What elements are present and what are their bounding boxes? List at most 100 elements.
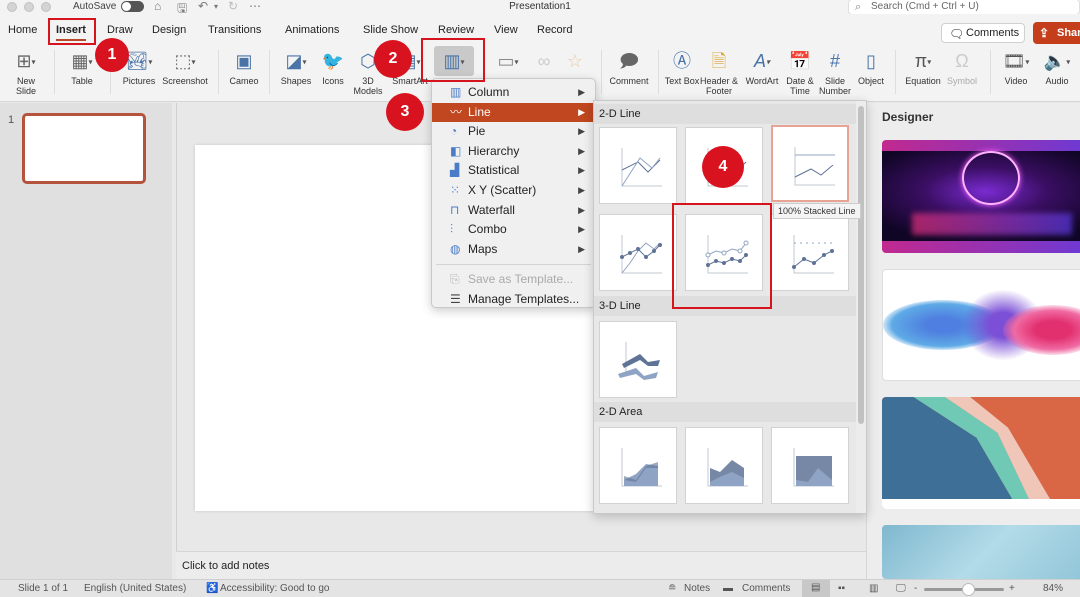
video-button[interactable]: 🎞▾ Video <box>996 48 1036 86</box>
manage-templates-item[interactable]: ☰ Manage Templates... <box>432 290 595 310</box>
slide-thumbnail[interactable] <box>22 113 146 184</box>
shapes-icon: ◪▾ <box>285 51 307 71</box>
notes-input[interactable]: Click to add notes <box>176 551 866 579</box>
pie-chart-icon: ◔ <box>450 124 458 139</box>
template-icon: ⎘ <box>450 272 460 287</box>
screenshot-button[interactable]: ⬚▾ Screenshot <box>160 48 210 86</box>
menu-item-statistical[interactable]: ▟ Statistical ▶ <box>432 161 595 181</box>
menu-item-column[interactable]: ▥ Column ▶ <box>432 83 595 103</box>
action-button[interactable]: ☆ <box>562 48 588 76</box>
menu-item-hierarchy[interactable]: ◧ Hierarchy ▶ <box>432 142 595 162</box>
icons-label: Icons <box>322 76 344 86</box>
tab-design[interactable]: Design <box>152 24 186 36</box>
menu-item-waterfall[interactable]: ⊓ Waterfall ▶ <box>432 201 595 221</box>
menu-item-label: Combo <box>468 222 507 237</box>
design-idea-neon[interactable] <box>882 140 1080 253</box>
gallery-scrollbar-thumb[interactable] <box>858 106 864 424</box>
tab-review[interactable]: Review <box>438 24 474 36</box>
tab-record[interactable]: Record <box>537 24 572 36</box>
tab-transitions[interactable]: Transitions <box>208 24 261 36</box>
menu-item-line[interactable]: 〰 Line ▶ <box>432 102 595 123</box>
slide-number-button[interactable]: # Slide Number <box>816 48 854 96</box>
menu-item-x-y-scatter[interactable]: ⁙ X Y (Scatter) ▶ <box>432 181 595 201</box>
tab-draw[interactable]: Draw <box>107 24 133 36</box>
tab-home[interactable]: Home <box>8 24 37 36</box>
reading-view-button[interactable]: ▥ <box>869 583 878 594</box>
new-slide-icon: ⊞▾ <box>16 51 36 71</box>
step-badge-1: 1 <box>95 38 129 72</box>
menu-item-maps[interactable]: ◍ Maps ▶ <box>432 240 595 260</box>
zoom-level[interactable]: 84% <box>1043 583 1063 594</box>
wordart-icon: A▾ <box>753 51 771 71</box>
tab-animations[interactable]: Animations <box>285 24 339 36</box>
title-bar: AutoSave ⌂ 🖫 ↶ ▾ ↻ ⋯ Presentation1 ⌕ Sea… <box>0 0 1080 15</box>
design-idea-smoke[interactable] <box>882 269 1080 381</box>
menu-item-pie[interactable]: ◔ Pie ▶ <box>432 122 595 142</box>
line-chart-tile[interactable] <box>599 127 677 204</box>
presenter-view-button[interactable]: 🖵 <box>896 583 906 594</box>
highlight-chart-button <box>421 38 485 82</box>
3d-line-chart-tile[interactable] <box>599 321 677 398</box>
icons-button[interactable]: 🐦 Icons <box>316 48 350 86</box>
design-idea-waves[interactable] <box>882 397 1080 509</box>
menu-item-label: Waterfall <box>468 202 515 217</box>
submenu-arrow-icon: ▶ <box>578 204 585 215</box>
stacked-area-chart-tile[interactable] <box>685 427 763 504</box>
submenu-arrow-icon: ▶ <box>578 243 585 254</box>
new-slide-button[interactable]: ⊞▾ New Slide <box>6 48 46 96</box>
header-footer-button[interactable]: 🗎 Header & Footer <box>698 48 740 96</box>
link-button[interactable]: ∞ <box>530 48 558 76</box>
object-button[interactable]: ▯ Object <box>854 48 888 86</box>
zoom-out-button[interactable]: - <box>914 583 917 594</box>
column-chart-icon: ▥ <box>450 85 462 99</box>
notes-toggle[interactable]: Notes <box>684 583 710 594</box>
ribbon-separator <box>269 50 270 94</box>
cameo-button[interactable]: ▣ Cameo <box>225 48 263 86</box>
step-badge-3: 3 <box>386 93 424 131</box>
addins-button[interactable]: ▭▾ <box>490 48 526 76</box>
100-percent-stacked-area-tile[interactable] <box>771 427 849 504</box>
normal-view-button[interactable]: ▤ <box>802 580 830 597</box>
notes-icon: ≘ <box>668 583 677 594</box>
line-with-markers-tile[interactable] <box>599 214 677 291</box>
ribbon-separator <box>658 50 659 94</box>
language-status[interactable]: English (United States) <box>84 583 186 594</box>
manage-templates-label: Manage Templates... <box>468 291 580 306</box>
100-percent-stacked-line-tile[interactable] <box>771 125 849 202</box>
calendar-clock-icon: 📅 <box>788 51 812 71</box>
audio-button[interactable]: 🔈▾ Audio <box>1038 48 1076 86</box>
accessibility-status[interactable]: Accessibility: Good to go <box>220 583 330 594</box>
search-input[interactable]: ⌕ Search (Cmd + Ctrl + U) <box>848 0 1080 15</box>
date-time-button[interactable]: 📅 Date & Time <box>782 48 818 96</box>
list-icon: ☰ <box>450 291 461 306</box>
text-box-button[interactable]: Ⓐ Text Box <box>664 48 700 86</box>
area-chart-tile[interactable] <box>599 427 677 504</box>
comments-button[interactable]: 🗨 Comments <box>941 23 1025 43</box>
3d-models-label: 3D Models <box>353 76 383 96</box>
shapes-button[interactable]: ◪▾ Shapes <box>276 48 316 86</box>
zoom-in-button[interactable]: + <box>1009 583 1015 594</box>
share-button[interactable]: ⇪ Share <box>1033 22 1080 44</box>
slide-thumbnails-pane: 1 <box>0 103 172 579</box>
accessibility-icon: ♿ <box>206 583 219 594</box>
design-idea-polygon[interactable] <box>882 525 1080 579</box>
slide-count: Slide 1 of 1 <box>18 583 69 594</box>
scatter-chart-icon: ⁙ <box>450 182 461 197</box>
tab-view[interactable]: View <box>494 24 518 36</box>
wordart-button[interactable]: A▾ WordArt <box>742 48 782 86</box>
symbol-button[interactable]: Ω Symbol <box>944 48 980 86</box>
100-percent-stacked-line-with-markers-tile[interactable] <box>771 214 849 291</box>
comment-bubble-icon: 🗨 <box>949 27 965 41</box>
designer-pane: Designer <box>866 103 1080 579</box>
comment-button[interactable]: 🗩 Comment <box>606 48 652 86</box>
zoom-slider-thumb[interactable] <box>962 583 975 596</box>
addins-icon: ▭▾ <box>497 51 519 71</box>
comments-toggle[interactable]: Comments <box>742 583 790 594</box>
menu-item-combo[interactable]: ⫶ Combo ▶ <box>432 220 595 240</box>
menu-item-label: Line <box>468 104 491 119</box>
tab-slide-show[interactable]: Slide Show <box>363 24 418 36</box>
equation-button[interactable]: π▾ Equation <box>902 48 944 86</box>
slide-number-icon: # <box>829 51 840 71</box>
slide-sorter-view-button[interactable]: ▪▪ <box>838 583 845 594</box>
waterfall-chart-icon: ⊓ <box>450 202 460 217</box>
